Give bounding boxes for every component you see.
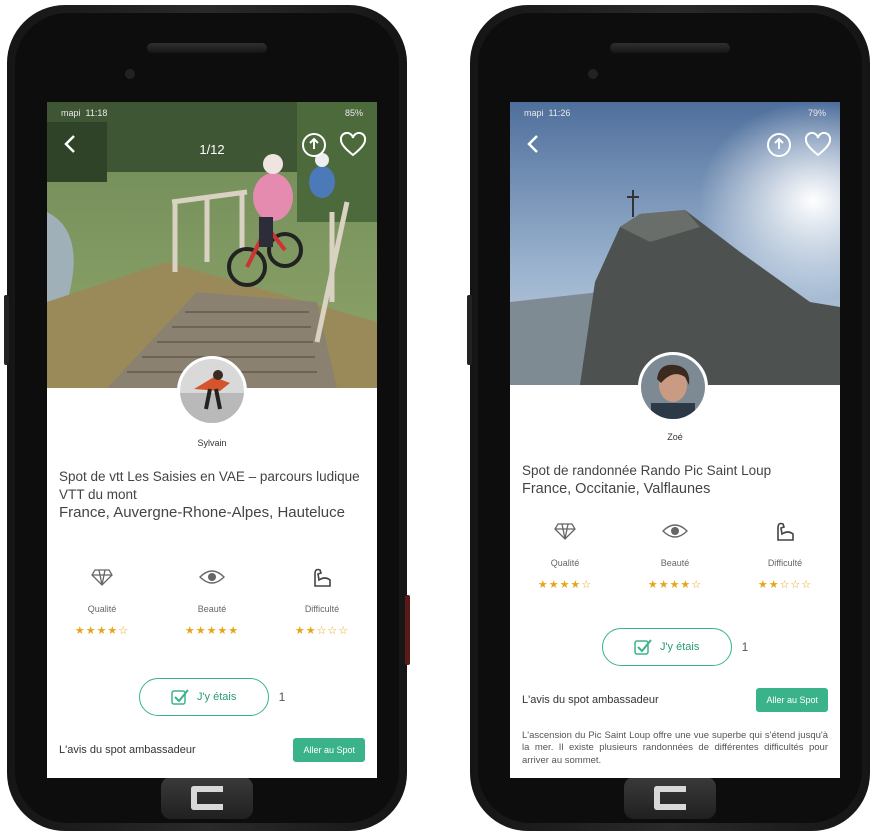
side-button <box>467 295 472 365</box>
app-screen-left: mapi 11:18 85% 1/12 Sylvain Spot de vtt … <box>47 102 377 778</box>
heart-icon[interactable] <box>804 132 832 158</box>
ratings-row: Qualité ★★★★☆ Beauté ★★★★☆ Difficulté ★★… <box>510 518 840 591</box>
spot-location: France, Auvergne-Rhone-Alpes, Hauteluce <box>59 504 345 522</box>
been-there-count: 1 <box>278 690 286 704</box>
phone-left: mapi 11:18 85% 1/12 Sylvain Spot de vtt … <box>4 5 410 831</box>
been-there-label: J'y étais <box>196 691 237 703</box>
diamond-icon <box>52 564 152 590</box>
share-icon[interactable] <box>301 132 327 158</box>
rating-label: Difficulté <box>767 558 803 568</box>
rating-difficulty: Difficulté ★★☆☆☆ <box>272 564 372 637</box>
muscle-icon <box>272 564 372 590</box>
earpiece-speaker <box>610 43 730 53</box>
rating-beauty: Beauté ★★★★★ <box>162 564 262 637</box>
rating-difficulty: Difficulté ★★☆☆☆ <box>735 518 835 591</box>
ambassador-review-text: L'ascension du Pic Saint Loup offre une … <box>522 730 828 766</box>
eye-icon <box>625 518 725 544</box>
go-to-spot-button[interactable]: Aller au Spot <box>756 688 828 712</box>
app-screen-right: mapi 11:26 79% Zoé Spot de randonnée Ran… <box>510 102 840 778</box>
rating-stars: ★★★★☆ <box>647 579 703 591</box>
spot-name: Spot de vtt Les Saisies en VAE – parcour… <box>59 469 360 502</box>
rating-label: Qualité <box>550 558 580 568</box>
clock: 11:18 <box>85 108 108 118</box>
been-there-button[interactable]: J'y étais <box>601 628 732 666</box>
ambassador-row: L'avis du spot ambassadeur Aller au Spot <box>522 688 828 712</box>
rating-stars: ★★☆☆☆ <box>294 625 350 637</box>
been-there-label: J'y étais <box>659 641 700 653</box>
rating-stars: ★★☆☆☆ <box>757 579 813 591</box>
back-chevron-icon[interactable] <box>522 132 546 156</box>
muscle-icon <box>735 518 835 544</box>
rating-label: Difficulté <box>304 604 340 614</box>
spot-name: Spot de randonnée Rando Pic Saint Loup <box>522 463 772 478</box>
side-button <box>4 295 9 365</box>
battery-level: 79% <box>807 108 826 118</box>
author-name[interactable]: Zoé <box>510 432 840 442</box>
front-camera <box>125 69 135 79</box>
avatar[interactable] <box>638 352 708 422</box>
ratings-row: Qualité ★★★★☆ Beauté ★★★★★ Difficulté ★★… <box>47 564 377 637</box>
spot-location: France, Occitanie, Valflaunes <box>522 480 711 497</box>
brand-logo <box>624 777 716 819</box>
diamond-icon <box>515 518 615 544</box>
brand-logo <box>161 777 253 819</box>
rating-quality: Qualité ★★★★☆ <box>515 518 615 591</box>
author-name[interactable]: Sylvain <box>47 438 377 448</box>
avatar[interactable] <box>177 356 247 426</box>
been-there-count: 1 <box>741 640 749 654</box>
photo-counter: 1/12 <box>199 142 225 157</box>
rating-stars: ★★★★★ <box>184 625 240 637</box>
checkbox-check-icon <box>634 638 652 656</box>
been-there-row: J'y étais 1 <box>47 678 377 716</box>
author-photo <box>180 359 244 423</box>
rating-stars: ★★★★☆ <box>74 625 130 637</box>
spot-title: Spot de randonnée Rando Pic Saint Loup F… <box>522 462 828 498</box>
heart-icon[interactable] <box>339 132 367 158</box>
ambassador-label: L'avis du spot ambassadeur <box>522 694 659 706</box>
carrier: mapi <box>61 108 81 118</box>
rating-stars: ★★★★☆ <box>537 579 593 591</box>
share-icon[interactable] <box>766 132 792 158</box>
rating-label: Beauté <box>197 604 227 614</box>
eye-icon <box>162 564 262 590</box>
battery-level: 85% <box>344 108 363 118</box>
checkbox-check-icon <box>171 688 189 706</box>
side-button-red <box>405 595 410 665</box>
ambassador-row: L'avis du spot ambassadeur Aller au Spot <box>59 738 365 762</box>
clock: 11:26 <box>548 108 571 118</box>
spot-title: Spot de vtt Les Saisies en VAE – parcour… <box>59 468 365 523</box>
rating-quality: Qualité ★★★★☆ <box>52 564 152 637</box>
rating-beauty: Beauté ★★★★☆ <box>625 518 725 591</box>
been-there-button[interactable]: J'y étais <box>138 678 269 716</box>
go-to-spot-button[interactable]: Aller au Spot <box>293 738 365 762</box>
been-there-row: J'y étais 1 <box>510 628 840 666</box>
ambassador-label: L'avis du spot ambassadeur <box>59 744 196 756</box>
phone-right: mapi 11:26 79% Zoé Spot de randonnée Ran… <box>467 5 870 831</box>
earpiece-speaker <box>147 43 267 53</box>
rating-label: Qualité <box>87 604 117 614</box>
carrier: mapi <box>524 108 544 118</box>
status-bar: mapi 11:26 79% <box>510 102 840 124</box>
rating-label: Beauté <box>660 558 690 568</box>
author-photo <box>641 355 705 419</box>
status-bar: mapi 11:18 85% <box>47 102 377 124</box>
front-camera <box>588 69 598 79</box>
